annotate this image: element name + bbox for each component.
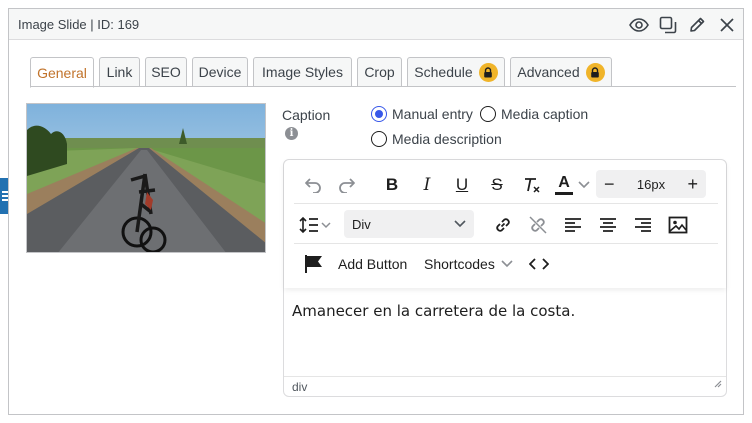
lock-icon	[478, 62, 498, 82]
code-view-icon[interactable]	[526, 249, 552, 279]
tab-label: Image Styles	[262, 64, 343, 80]
image-slide-panel: Image Slide | ID: 169 General Link SEO D…	[8, 8, 744, 415]
eye-icon[interactable]	[629, 15, 649, 35]
add-button-button[interactable]: Add Button	[338, 249, 407, 279]
tabs-divider	[30, 86, 736, 87]
tab-schedule[interactable]: Schedule	[407, 57, 505, 87]
toolbar-row: Div	[294, 206, 718, 244]
tab-crop[interactable]: Crop	[357, 57, 402, 87]
tab-label: General	[37, 64, 87, 81]
decrease-font-size-button[interactable]: −	[604, 175, 615, 193]
radio-media-description[interactable]: Media description	[371, 131, 502, 147]
radio-indicator	[371, 131, 387, 147]
underline-icon[interactable]: U	[449, 170, 475, 200]
pencil-icon[interactable]	[687, 15, 707, 35]
block-type-select[interactable]: Div	[344, 210, 474, 238]
tab-link[interactable]: Link	[99, 57, 140, 87]
align-right-icon[interactable]	[630, 210, 656, 240]
shortcodes-label: Shortcodes	[424, 256, 495, 272]
rich-text-editor: B I U S A − 16px + Div Add Button Shortc…	[283, 159, 727, 397]
font-size-value[interactable]: 16px	[637, 177, 665, 192]
resize-handle-icon[interactable]	[712, 375, 722, 393]
tab-label: Schedule	[414, 64, 473, 80]
tab-label: Device	[198, 64, 242, 80]
undo-icon[interactable]	[300, 170, 326, 200]
block-type-value: Div	[352, 216, 371, 232]
radio-media-caption[interactable]: Media caption	[480, 106, 588, 122]
tab-label: SEO	[151, 64, 181, 80]
toolbar-row: Add Button Shortcodes	[294, 245, 718, 283]
radio-manual-entry[interactable]: Manual entry	[371, 106, 473, 122]
tab-image-styles[interactable]: Image Styles	[253, 57, 352, 87]
slide-image-thumbnail[interactable]	[26, 103, 266, 253]
font-size-stepper: − 16px +	[596, 170, 706, 198]
editor-content[interactable]: Amanecer en la carretera de la costa.	[292, 302, 575, 320]
lock-icon	[585, 62, 605, 82]
chevron-down-icon	[454, 220, 466, 228]
panel-titlebar: Image Slide | ID: 169	[9, 9, 743, 40]
redo-icon[interactable]	[334, 170, 360, 200]
close-icon[interactable]	[717, 15, 737, 35]
italic-icon[interactable]: I	[414, 170, 440, 200]
radio-selected-indicator	[371, 106, 387, 122]
editor-toolbar: B I U S A − 16px + Div Add Button Shortc…	[284, 160, 726, 288]
chevron-down-icon	[501, 260, 513, 268]
align-center-icon[interactable]	[595, 210, 621, 240]
info-icon[interactable]: i	[285, 127, 298, 140]
chevron-down-icon[interactable]	[577, 170, 591, 200]
panel-title: Image Slide | ID: 169	[18, 17, 140, 32]
bold-icon[interactable]: B	[379, 170, 405, 200]
toolbar-row: B I U S A − 16px +	[294, 166, 718, 204]
align-left-icon[interactable]	[560, 210, 586, 240]
line-height-icon[interactable]	[298, 210, 334, 240]
insert-image-icon[interactable]	[665, 210, 691, 240]
strikethrough-icon[interactable]: S	[484, 170, 510, 200]
tab-label: Advanced	[517, 64, 580, 80]
text-color-icon[interactable]: A	[552, 170, 576, 200]
tab-general[interactable]: General	[30, 57, 94, 88]
radio-label: Manual entry	[392, 106, 473, 122]
radio-indicator	[480, 106, 496, 122]
unlink-icon[interactable]	[525, 210, 551, 240]
radio-label: Media caption	[501, 106, 589, 122]
link-icon[interactable]	[490, 210, 516, 240]
tab-device[interactable]: Device	[192, 57, 248, 87]
flag-icon[interactable]	[302, 249, 326, 279]
tab-seo[interactable]: SEO	[145, 57, 187, 87]
tab-advanced[interactable]: Advanced	[510, 57, 612, 87]
shortcodes-dropdown[interactable]: Shortcodes	[424, 249, 513, 279]
increase-font-size-button[interactable]: +	[687, 175, 698, 193]
caption-label: Caption	[282, 107, 331, 123]
element-path[interactable]: div	[292, 380, 307, 394]
clear-formatting-icon[interactable]	[519, 170, 545, 200]
editor-statusbar: div	[284, 376, 726, 396]
radio-label: Media description	[392, 131, 502, 147]
tab-label: Crop	[364, 64, 395, 80]
duplicate-icon[interactable]	[658, 15, 678, 35]
tab-label: Link	[106, 64, 133, 80]
